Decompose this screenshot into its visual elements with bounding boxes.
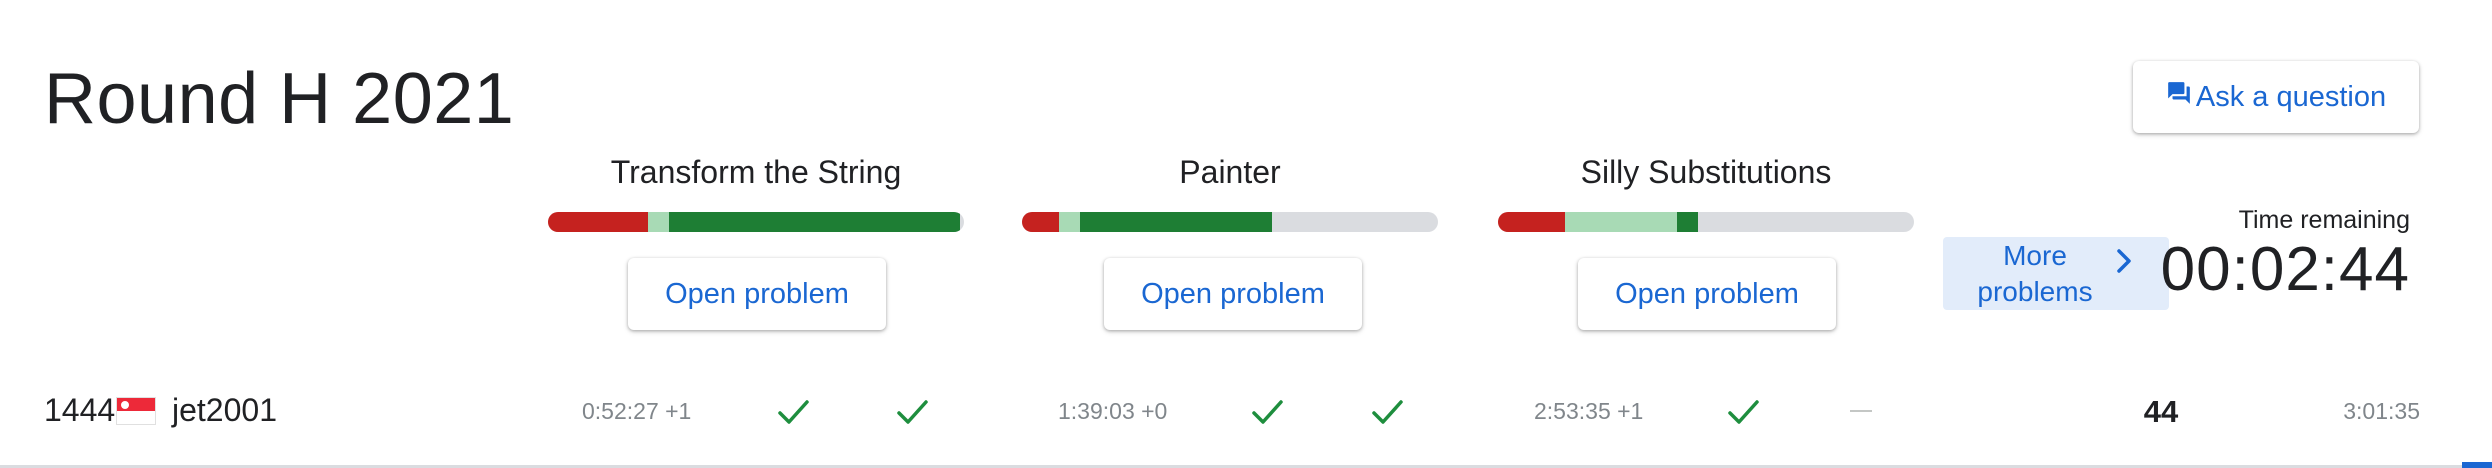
attempt-progress-bar — [1022, 212, 1438, 232]
chevron-right-icon — [2116, 248, 2131, 273]
question-chat-icon — [2168, 82, 2190, 104]
singapore-flag-icon — [116, 397, 156, 425]
check-icon — [1252, 400, 1283, 424]
progress-pending — [1059, 212, 1081, 232]
scroll-indicator — [2462, 462, 2492, 468]
ask-question-label: Ask a question — [2195, 80, 2387, 113]
problem-column-2: Painter Open problem — [1022, 150, 1438, 330]
progress-correct — [1080, 212, 1272, 232]
progress-correct — [1676, 212, 1698, 232]
total-penalty-time: 3:01:35 — [2343, 398, 2420, 424]
check-icon — [1728, 400, 1759, 424]
scoreboard-username[interactable]: jet2001 — [172, 392, 277, 429]
attempt-progress-bar — [548, 212, 964, 232]
progress-correct — [668, 212, 960, 232]
problem-column-1: Transform the String Open problem — [548, 150, 964, 330]
progress-pending — [1564, 212, 1677, 232]
open-problem-button[interactable]: Open problem — [1104, 258, 1362, 330]
more-problems-button[interactable]: More problems — [1943, 237, 2169, 310]
more-problems-label: More problems — [1977, 239, 2093, 307]
progress-wrong — [548, 212, 648, 232]
scoreboard-rank: 1444 — [44, 392, 116, 428]
problem-name: Painter — [1179, 154, 1281, 190]
problem-1-submission-time: 0:52:27 +1 — [582, 398, 692, 424]
problem-name: Silly Substitutions — [1580, 154, 1832, 190]
progress-wrong — [1022, 212, 1060, 232]
ask-question-button[interactable]: Ask a question — [2133, 61, 2419, 133]
progress-pending — [647, 212, 669, 232]
check-icon — [778, 400, 809, 424]
time-remaining-value: 00:02:44 — [2160, 235, 2410, 304]
problem-2-submission-time: 1:39:03 +0 — [1058, 398, 1168, 424]
not-attempted-dash — [1850, 410, 1872, 412]
problem-3-submission-time: 2:53:35 +1 — [1534, 398, 1644, 424]
total-score: 44 — [2143, 394, 2179, 429]
progress-wrong — [1498, 212, 1565, 232]
check-icon — [1372, 400, 1403, 424]
page-title: Round H 2021 — [44, 59, 515, 139]
problem-column-3: Silly Substitutions Open problem — [1498, 150, 1914, 330]
time-remaining-label: Time remaining — [2238, 206, 2410, 234]
open-problem-button[interactable]: Open problem — [628, 258, 886, 330]
attempt-progress-bar — [1498, 212, 1914, 232]
check-icon — [897, 400, 928, 424]
open-problem-button[interactable]: Open problem — [1578, 258, 1836, 330]
problem-name: Transform the String — [610, 154, 902, 190]
